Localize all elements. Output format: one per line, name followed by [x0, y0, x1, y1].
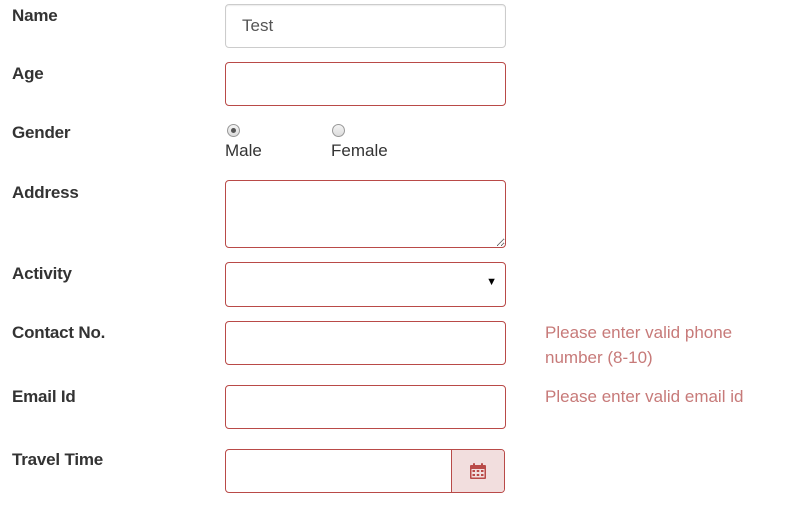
calendar-button[interactable]	[451, 450, 504, 492]
email-error-message: Please enter valid email id	[545, 387, 744, 406]
age-label: Age	[12, 64, 44, 83]
calendar-icon	[470, 462, 486, 479]
dropdown-arrow-icon: ▼	[486, 276, 497, 288]
male-radio[interactable]	[227, 124, 240, 137]
travel-time-label: Travel Time	[12, 450, 104, 469]
address-textarea[interactable]	[225, 180, 506, 248]
gender-option-female[interactable]: Female	[331, 124, 388, 161]
gender-label: Gender	[12, 123, 71, 142]
email-label: Email Id	[12, 387, 76, 406]
male-radio-label: Male	[225, 141, 262, 160]
travel-time-input[interactable]	[226, 450, 452, 492]
contact-input[interactable]	[225, 321, 506, 365]
activity-label: Activity	[12, 264, 72, 283]
female-radio-label: Female	[331, 141, 388, 160]
name-label: Name	[12, 6, 58, 25]
registration-form: Name Age Gender Male Female Address Acti…	[0, 0, 786, 508]
address-label: Address	[12, 183, 79, 202]
gender-option-male[interactable]: Male	[225, 124, 262, 161]
travel-time-field	[225, 449, 505, 493]
activity-select[interactable]: ▼	[225, 262, 506, 307]
name-input[interactable]	[225, 4, 506, 48]
contact-error-message: Please enter valid phone number (8-10)	[545, 323, 733, 367]
email-input[interactable]	[225, 385, 506, 429]
age-input[interactable]	[225, 62, 506, 106]
contact-label: Contact No.	[12, 323, 106, 342]
female-radio[interactable]	[332, 124, 345, 137]
